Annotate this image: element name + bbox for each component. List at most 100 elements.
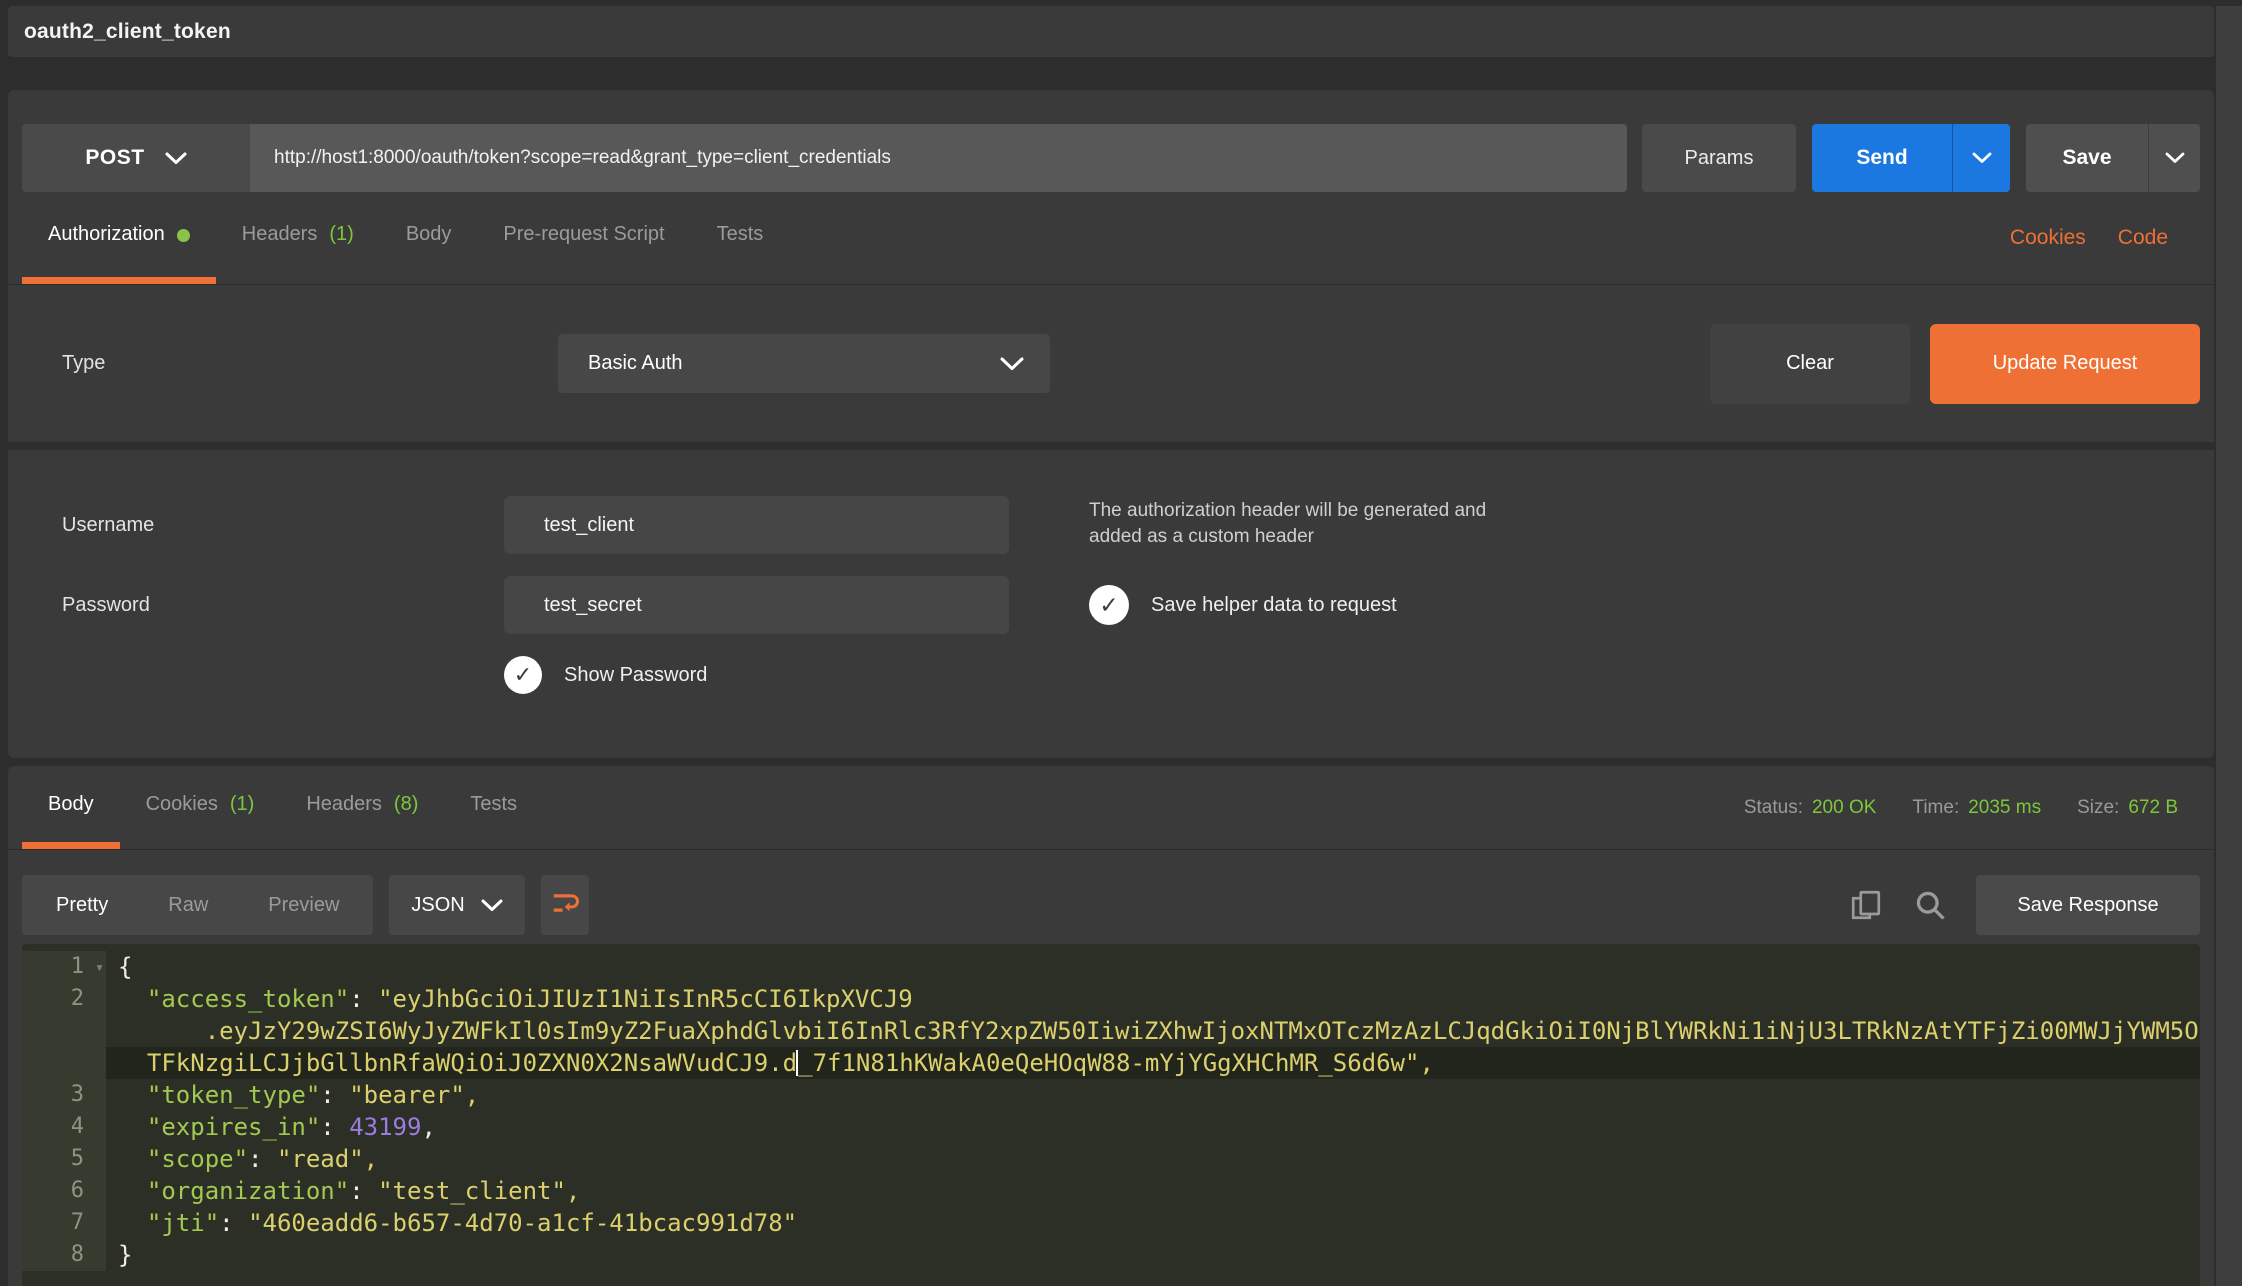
save-button-group: Save [2026,124,2200,192]
save-button[interactable]: Save [2026,124,2148,192]
auth-type-label: Type [62,352,105,374]
line-number-gutter [22,1015,106,1047]
code-content[interactable]: TFkNzgiLCJjbGllbnRfaWQiOiJ0ZXN0X2NsaWVud… [106,1047,2200,1079]
request-panel: POST Params Send Save Autho [8,90,2214,758]
json-key: "token_type" [118,1081,320,1109]
line-number: 5 [71,1146,84,1171]
send-button[interactable]: Send [1812,124,1952,192]
tab-body[interactable]: Body [380,192,478,284]
tab-prerequest-script[interactable]: Pre-request Script [477,192,690,284]
response-status-bar: Status: 200 OK Time: 2035 ms Size: 672 B [1744,766,2178,849]
line-number-gutter: 7 [22,1207,106,1239]
view-mode-raw[interactable]: Raw [138,875,238,935]
line-number-gutter: 6 [22,1175,106,1207]
wrap-text-button[interactable] [541,875,589,935]
json-key: "access_token" [118,985,349,1013]
time-label: Time: [1912,797,1959,819]
params-button[interactable]: Params [1642,124,1796,192]
send-options-button[interactable] [1952,124,2010,192]
code-line: 7 "jti": "460eadd6-b657-4d70-a1cf-41bcac… [22,1207,2200,1239]
code-content[interactable]: "expires_in": 43199, [106,1111,2200,1143]
response-format-dropdown[interactable]: JSON [389,875,524,935]
view-mode-preview[interactable]: Preview [238,875,369,935]
json-key: "organization" [118,1177,349,1205]
size-label: Size: [2077,797,2119,819]
clear-button[interactable]: Clear [1710,324,1910,404]
line-number: 1 [71,954,84,979]
save-response-button[interactable]: Save Response [1976,875,2200,935]
auth-helper-note-line2: added as a custom header [1089,524,1486,550]
request-tabs: Authorization Headers (1) Body Pre-reque… [8,192,2214,285]
response-tab-tests[interactable]: Tests [444,766,543,849]
response-tab-cookies[interactable]: Cookies (1) [120,766,281,849]
json-colon: : [320,1081,349,1109]
password-field[interactable] [504,576,1009,634]
tab-headers-label: Headers [242,223,318,246]
save-options-button[interactable] [2148,124,2200,192]
tab-authorization[interactable]: Authorization [22,192,216,284]
status-value: 200 OK [1812,797,1876,819]
json-colon: : [349,985,378,1013]
line-number: 3 [71,1082,84,1107]
view-mode-pretty[interactable]: Pretty [26,875,138,935]
code-content[interactable]: } [106,1239,2200,1271]
json-key: "expires_in" [118,1113,320,1141]
save-helper-checkbox[interactable]: ✓ [1089,585,1129,625]
chevron-down-icon [2165,152,2185,164]
response-body-editor[interactable]: 1 ▾ { 2 "access_token": "eyJhbGciOiJIUzI… [22,944,2200,1286]
auth-type-dropdown[interactable]: Basic Auth [558,334,1050,393]
password-label: Password [62,594,150,617]
json-key: "jti" [118,1209,219,1237]
response-tab-headers[interactable]: Headers (8) [280,766,444,849]
line-number-gutter: 3 [22,1079,106,1111]
fold-icon[interactable]: ▾ [95,951,104,983]
auth-credentials: Username The authorization header will b… [8,450,2214,694]
code-content[interactable]: "access_token": "eyJhbGciOiJIUzI1NiIsInR… [106,983,2200,1015]
tab-headers[interactable]: Headers (1) [216,192,380,284]
line-number: 2 [71,986,84,1011]
response-panel: Body Cookies (1) Headers (8) Tests Statu… [8,766,2214,1286]
code-content[interactable]: "token_type": "bearer", [106,1079,2200,1111]
code-content[interactable]: "scope": "read", [106,1143,2200,1175]
line-number-gutter: 8 [22,1239,106,1271]
json-close-brace: } [118,1241,132,1269]
tab-headers-count: (1) [329,223,353,246]
method-dropdown[interactable]: POST [22,124,250,192]
response-format-value: JSON [411,894,464,917]
json-string-value: "eyJhbGciOiJIUzI1NiIsInR5cCI6IkpXVCJ9 [378,985,913,1013]
auth-type-row: Type Basic Auth Clear Update Request [8,285,2214,450]
code-content[interactable]: "jti": "460eadd6-b657-4d70-a1cf-41bcac99… [106,1207,2200,1239]
code-content[interactable]: "organization": "test_client", [106,1175,2200,1207]
status-indicator: Status: 200 OK [1744,797,1877,819]
request-bar: POST Params Send Save [22,124,2200,192]
copy-icon[interactable] [1848,887,1884,923]
username-field[interactable] [504,496,1009,554]
code-link[interactable]: Code [2102,192,2184,284]
response-tab-body[interactable]: Body [22,766,120,849]
json-colon: : [320,1113,349,1141]
code-content[interactable]: .eyJzY29wZSI6WyJyZWFkIl0sIm9yZ2FuaXphdGl… [106,1015,2200,1047]
code-line: 5 "scope": "read", [22,1143,2200,1175]
chevron-down-icon [1000,357,1024,371]
cookies-link[interactable]: Cookies [1994,192,2102,284]
chevron-down-icon [165,152,187,165]
show-password-checkbox[interactable]: ✓ [504,656,542,694]
tab-authorization-label: Authorization [48,223,165,246]
code-line: 6 "organization": "test_client", [22,1175,2200,1207]
time-indicator: Time: 2035 ms [1912,797,2041,819]
tab-tests[interactable]: Tests [691,192,790,284]
request-title: oauth2_client_token [24,20,231,44]
search-icon[interactable] [1912,887,1948,923]
line-number-gutter: 1 ▾ [22,951,106,983]
line-number: 6 [71,1178,84,1203]
url-input[interactable] [250,124,1627,192]
chevron-down-icon [481,899,503,912]
json-number-value: 43199 [349,1113,421,1141]
response-toolbar: Pretty Raw Preview JSON [8,850,2214,944]
size-indicator: Size: 672 B [2077,797,2178,819]
tab-tests-label: Tests [717,223,764,246]
update-request-button[interactable]: Update Request [1930,324,2200,404]
scrollbar-track[interactable] [2216,6,2242,1286]
code-line-wrap: .eyJzY29wZSI6WyJyZWFkIl0sIm9yZ2FuaXphdGl… [22,1015,2200,1047]
code-content[interactable]: { [106,951,2200,983]
